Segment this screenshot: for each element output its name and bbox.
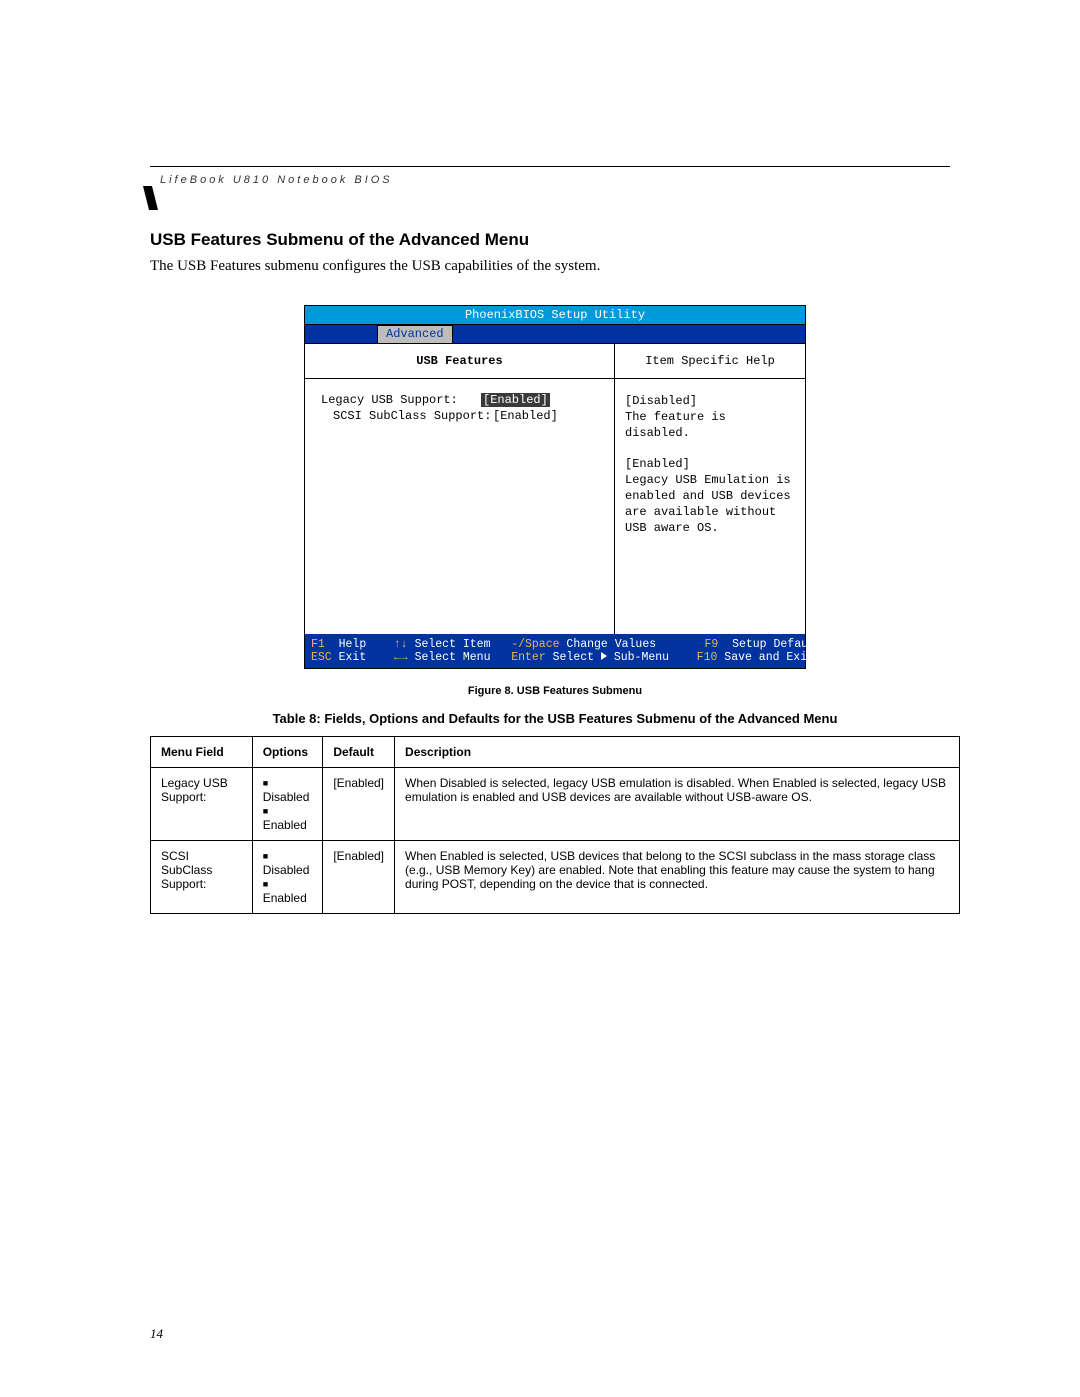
label-exit: Exit <box>339 651 367 664</box>
corner-glyph-icon <box>140 186 164 216</box>
page-header: LifeBook U810 Notebook BIOS <box>160 174 393 186</box>
cell-description: When Enabled is selected, USB devices th… <box>395 841 960 914</box>
field-label: Legacy USB Support: <box>321 393 481 407</box>
label-help: Help <box>339 638 367 651</box>
help-disabled-label: [Disabled] <box>625 393 795 409</box>
triangle-right-icon <box>601 652 607 660</box>
arrows-updown-icon: ↑↓ <box>394 638 408 651</box>
label-save-exit: Save and Exit <box>724 651 814 664</box>
key-f1: F1 <box>311 638 325 651</box>
label-change-values: Change Values <box>566 638 656 651</box>
cell-options: Disabled Enabled <box>252 768 323 841</box>
label-setup-defaults: Setup Defaults <box>732 638 829 651</box>
table-header-row: Menu Field Options Default Description <box>151 737 960 768</box>
label-select-submenu: Select Sub-Menu <box>553 651 669 664</box>
col-options: Options <box>252 737 323 768</box>
bios-title: PhoenixBIOS Setup Utility <box>305 306 805 325</box>
section-title: USB Features Submenu of the Advanced Men… <box>150 230 960 250</box>
option-item: Enabled <box>263 804 313 832</box>
key-f9: F9 <box>704 638 718 651</box>
bios-fields: Legacy USB Support: [Enabled] SCSI SubCl… <box>305 379 614 439</box>
bios-footer: F1 Help ↑↓ Select Item -/Space Change Va… <box>305 634 805 668</box>
bios-tab-advanced[interactable]: Advanced <box>377 325 453 343</box>
col-default: Default <box>323 737 395 768</box>
key-esc: ESC <box>311 651 332 664</box>
cell-field: SCSI SubClass Support: <box>151 841 253 914</box>
document-page: LifeBook U810 Notebook BIOS USB Features… <box>0 0 1080 1397</box>
cell-default: [Enabled] <box>323 841 395 914</box>
bios-tabbar: Advanced <box>305 325 805 344</box>
bios-field-row[interactable]: SCSI SubClass Support: [Enabled] <box>321 409 598 423</box>
key-enter: Enter <box>511 651 546 664</box>
label-select-item: Select Item <box>415 638 491 651</box>
help-enabled-text: Legacy USB Emulation is enabled and USB … <box>625 472 795 537</box>
col-menu-field: Menu Field <box>151 737 253 768</box>
intro-text: The USB Features submenu configures the … <box>150 258 960 275</box>
arrows-leftright-icon: ←→ <box>394 651 408 664</box>
key-f10: F10 <box>697 651 718 664</box>
field-label: SCSI SubClass Support: <box>321 409 493 423</box>
table-row: Legacy USB Support: Disabled Enabled [En… <box>151 768 960 841</box>
cell-options: Disabled Enabled <box>252 841 323 914</box>
bios-screenshot: PhoenixBIOS Setup Utility Advanced USB F… <box>304 305 806 669</box>
option-item: Disabled <box>263 776 313 804</box>
header-rule <box>150 166 950 167</box>
bios-help-content: [Disabled] The feature is disabled. [Ena… <box>615 379 805 551</box>
table-row: SCSI SubClass Support: Disabled Enabled … <box>151 841 960 914</box>
bios-help-title: Item Specific Help <box>615 344 805 379</box>
option-item: Enabled <box>263 877 313 905</box>
bios-field-row[interactable]: Legacy USB Support: [Enabled] <box>321 393 598 407</box>
bios-body: USB Features Legacy USB Support: [Enable… <box>305 344 805 634</box>
table-title: Table 8: Fields, Options and Defaults fo… <box>150 711 960 726</box>
bios-left-title: USB Features <box>305 344 614 379</box>
figure-caption: Figure 8. USB Features Submenu <box>150 685 960 697</box>
label-select-menu: Select Menu <box>415 651 491 664</box>
bios-left-pane: USB Features Legacy USB Support: [Enable… <box>305 344 615 634</box>
page-number: 14 <box>150 1326 163 1342</box>
bios-help-pane: Item Specific Help [Disabled] The featur… <box>615 344 805 634</box>
cell-field: Legacy USB Support: <box>151 768 253 841</box>
options-table: Menu Field Options Default Description L… <box>150 736 960 914</box>
col-description: Description <box>395 737 960 768</box>
help-disabled-text: The feature is disabled. <box>625 409 795 441</box>
option-item: Disabled <box>263 849 313 877</box>
field-value-selected[interactable]: [Enabled] <box>481 393 550 407</box>
key-space: -/Space <box>511 638 559 651</box>
cell-default: [Enabled] <box>323 768 395 841</box>
help-enabled-label: [Enabled] <box>625 456 795 472</box>
cell-description: When Disabled is selected, legacy USB em… <box>395 768 960 841</box>
field-value[interactable]: [Enabled] <box>493 409 558 423</box>
